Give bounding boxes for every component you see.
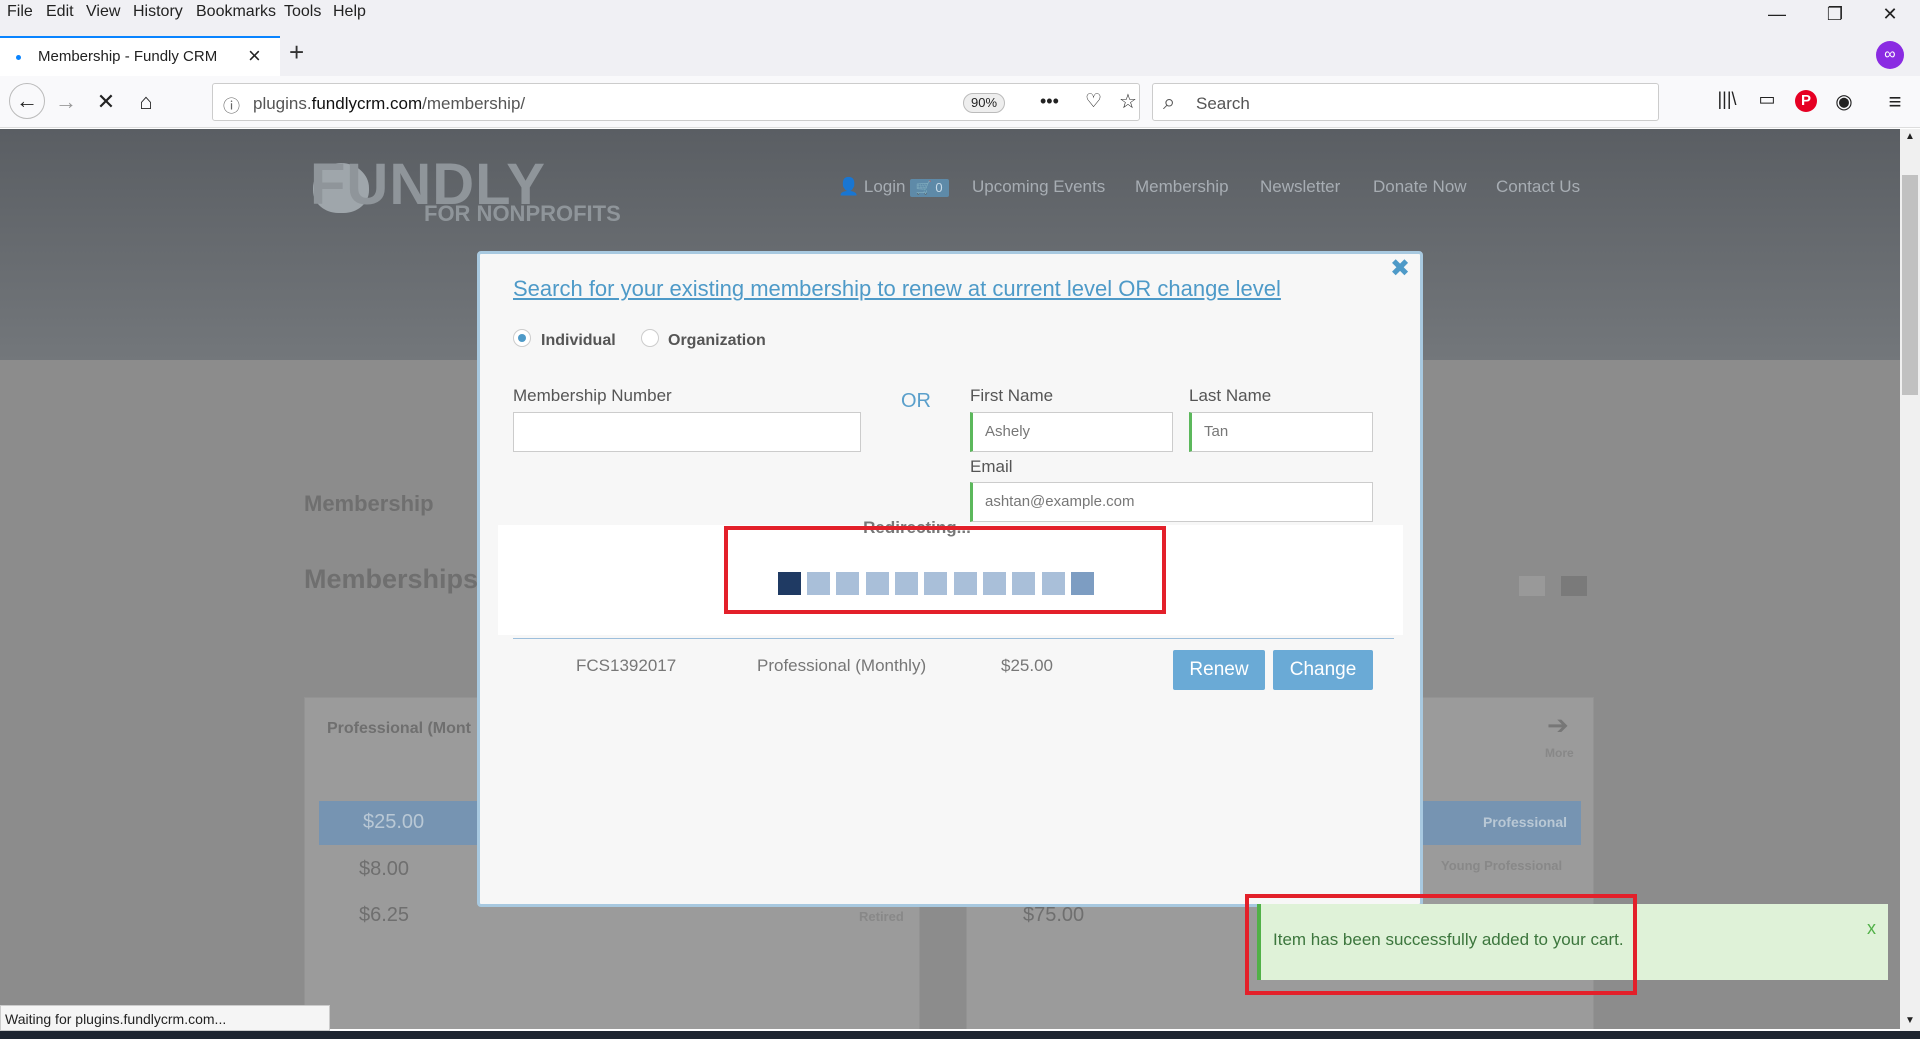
sidebar-icon[interactable]: ▭ — [1752, 89, 1782, 110]
bg-retired: Retired — [859, 909, 904, 924]
search-icon: ⌕ — [1163, 89, 1176, 114]
email-input[interactable]: ashtan@example.com — [970, 482, 1373, 522]
tab-title: Membership - Fundly CRM — [38, 48, 218, 65]
menu-icon[interactable]: ≡ — [1880, 89, 1910, 115]
account-icon[interactable]: ◉ — [1829, 89, 1859, 114]
modal-close-icon[interactable]: ✖ — [1390, 254, 1410, 283]
membership-search-modal: Search for your existing membership to r… — [477, 251, 1423, 907]
loading-dot-icon — [16, 55, 21, 60]
menu-history[interactable]: History — [133, 3, 183, 21]
menu-file[interactable]: File — [7, 3, 33, 21]
tab-close-icon[interactable]: × — [248, 43, 261, 69]
email-label: Email — [970, 457, 1013, 476]
radio-organization[interactable] — [641, 329, 659, 347]
menu-view[interactable]: View — [86, 3, 120, 21]
forward-icon[interactable]: → — [51, 89, 81, 115]
nav-membership[interactable]: Membership — [1135, 177, 1229, 197]
radio-individual[interactable] — [513, 329, 531, 347]
navigation-bar: ← → ✕ ⌂ ⓘ plugins.fundlycrm.com/membersh… — [0, 76, 1920, 128]
toast-close-icon[interactable]: x — [1867, 918, 1876, 939]
bg-price-3: $6.25 — [359, 904, 410, 926]
menu-edit[interactable]: Edit — [46, 3, 74, 21]
last-name-label: Last Name — [1189, 386, 1272, 405]
menu-help[interactable]: Help — [333, 3, 366, 21]
result-number: FCS1392017 — [576, 656, 677, 675]
bg-price-4: $75.00 — [1023, 904, 1085, 926]
search-placeholder: Search — [1196, 94, 1250, 113]
stop-icon[interactable]: ✕ — [91, 89, 121, 115]
grid-view-icon[interactable] — [1561, 576, 1587, 596]
menu-tools[interactable]: Tools — [284, 3, 321, 21]
url-bar[interactable]: ⓘ plugins.fundlycrm.com/membership/ 90% … — [212, 83, 1140, 121]
menu-bookmarks[interactable]: Bookmarks — [196, 3, 276, 21]
url-text: plugins.fundlycrm.com/membership/ — [253, 94, 526, 113]
scroll-up-icon[interactable]: ▲ — [1905, 131, 1915, 142]
search-input[interactable]: ⌕ Search — [1152, 83, 1659, 121]
radio-individual-label[interactable]: Individual — [541, 332, 616, 350]
site-logo-sub: FOR NONPROFITS — [424, 201, 621, 226]
page-scrollbar[interactable]: ▲ ▼ — [1900, 129, 1920, 1031]
bg-breadcrumb: Membership — [304, 491, 434, 516]
zoom-indicator[interactable]: 90% — [963, 93, 1005, 113]
nav-donate[interactable]: Donate Now — [1373, 177, 1467, 197]
close-window-icon[interactable]: ✕ — [1870, 4, 1910, 28]
or-separator: OR — [901, 390, 931, 412]
pocket-icon[interactable]: ♡ — [1085, 90, 1102, 113]
result-level: Professional (Monthly) — [757, 656, 927, 675]
minimize-icon[interactable]: — — [1757, 4, 1797, 28]
nav-newsletter[interactable]: Newsletter — [1260, 177, 1340, 197]
result-price: $25.00 — [1001, 656, 1053, 675]
change-button[interactable]: Change — [1273, 650, 1373, 690]
tab-bar — [0, 29, 1920, 76]
info-icon[interactable]: ⓘ — [223, 92, 240, 117]
nav-contact[interactable]: Contact Us — [1496, 177, 1580, 197]
tab-membership[interactable]: Membership - Fundly CRM × — [0, 36, 280, 76]
bg-card-title: Professional (Mont — [327, 720, 472, 737]
list-view-icon[interactable] — [1519, 576, 1545, 596]
last-name-input[interactable]: Tan — [1189, 412, 1373, 452]
bookmark-star-icon[interactable]: ☆ — [1119, 89, 1137, 114]
library-icon[interactable]: |||\ — [1712, 89, 1742, 110]
modal-title: Search for your existing membership to r… — [513, 276, 1281, 301]
status-bar: Waiting for plugins.fundlycrm.com... — [0, 1005, 330, 1031]
membership-number-input[interactable] — [513, 412, 861, 452]
first-name-input[interactable]: Ashely — [970, 412, 1173, 452]
page-actions-icon[interactable]: ••• — [1040, 91, 1059, 112]
new-tab-icon[interactable]: + — [289, 37, 304, 68]
private-browsing-icon: ∞ — [1876, 41, 1904, 69]
nav-login[interactable]: 👤 Login 🛒 0 — [838, 177, 949, 197]
pinterest-icon[interactable]: P — [1795, 90, 1817, 112]
bg-young: Young Professional — [1441, 858, 1563, 873]
menu-bar: File Edit View History Bookmarks Tools H… — [0, 0, 1920, 29]
restore-icon[interactable]: ❐ — [1815, 4, 1855, 28]
highlight-redirecting — [724, 526, 1166, 614]
radio-organization-label[interactable]: Organization — [668, 332, 766, 350]
first-name-label: First Name — [970, 386, 1054, 405]
home-icon[interactable]: ⌂ — [131, 89, 161, 115]
more-arrow-icon[interactable]: ➔ — [1547, 710, 1569, 741]
results-divider — [513, 638, 1394, 639]
membership-number-label: Membership Number — [513, 386, 672, 405]
scrollbar-thumb[interactable] — [1902, 175, 1918, 395]
renew-button[interactable]: Renew — [1173, 650, 1265, 690]
nav-events[interactable]: Upcoming Events — [972, 177, 1105, 197]
cart-badge[interactable]: 🛒 0 — [909, 179, 949, 197]
bg-price-2: $8.00 — [359, 858, 410, 880]
bg-more[interactable]: More — [1545, 746, 1574, 760]
highlight-toast — [1245, 894, 1637, 995]
back-icon[interactable]: ← — [9, 83, 45, 119]
bg-heading: Memberships — [304, 564, 479, 594]
scroll-down-icon[interactable]: ▼ — [1905, 1015, 1915, 1026]
taskbar — [0, 1031, 1920, 1039]
